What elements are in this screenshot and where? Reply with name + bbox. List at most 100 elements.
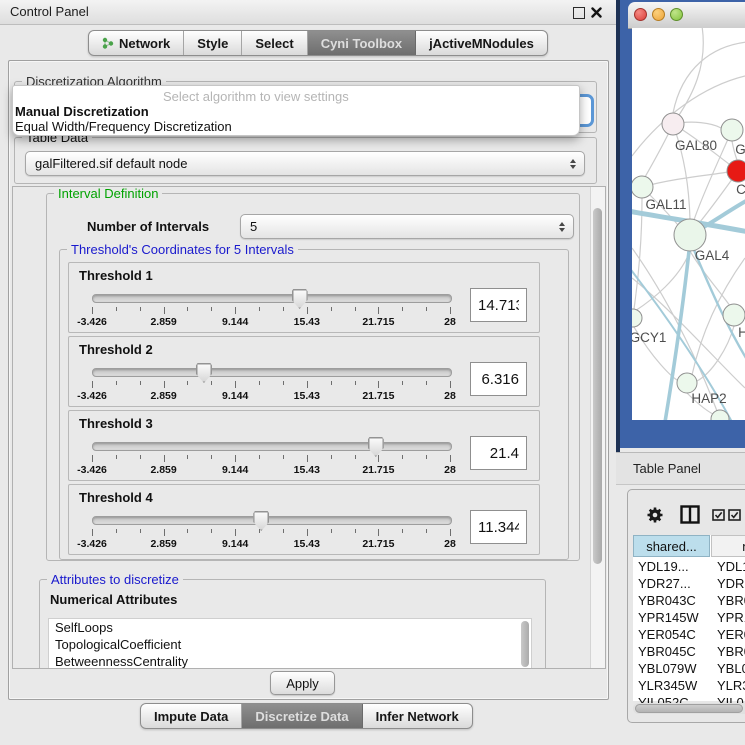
network-node[interactable] (674, 219, 706, 251)
slider-thumb[interactable] (292, 289, 308, 309)
cell-shared-name: YDL19... (633, 558, 710, 575)
numerical-attributes-list[interactable]: SelfLoopsTopologicalCoefficientBetweenne… (48, 618, 532, 669)
threshold-1-slider[interactable] (92, 294, 452, 303)
attribute-list-item[interactable]: SelfLoops (49, 619, 531, 636)
tick-label: 15.43 (294, 390, 320, 402)
algorithm-option-manual[interactable]: Manual Discretization (15, 104, 149, 119)
slider-thumb[interactable] (368, 437, 384, 457)
settings-scrollbar[interactable] (590, 187, 605, 668)
tab-discretize-data[interactable]: Discretize Data (242, 704, 362, 728)
split-columns-icon[interactable] (680, 505, 700, 524)
tab-impute-data-label: Impute Data (154, 709, 228, 724)
tab-cyni-toolbox[interactable]: Cyni Toolbox (308, 31, 416, 55)
tab-style[interactable]: Style (184, 31, 242, 55)
network-node[interactable] (727, 160, 745, 182)
network-window-titlebar[interactable] (628, 2, 745, 29)
close-traffic-light-icon[interactable] (634, 8, 647, 21)
threshold-4-value-input[interactable] (470, 510, 527, 544)
table-row[interactable]: YLR345WYLR3 (633, 677, 745, 694)
table-row[interactable]: YPR145WYPR1 (633, 609, 745, 626)
table-panel-bar[interactable]: Table Panel (616, 452, 745, 485)
checkbox-checked-icon-2[interactable] (728, 509, 741, 521)
table-settings-gear-icon[interactable] (646, 506, 664, 524)
checkbox-checked-icon[interactable] (712, 509, 725, 521)
tick-label: -3.426 (77, 316, 107, 328)
network-node-label: GAL80 (675, 138, 717, 153)
number-of-intervals-combobox[interactable]: 5 (240, 214, 574, 239)
tab-impute-data[interactable]: Impute Data (141, 704, 242, 728)
threshold-4-slider[interactable] (92, 516, 452, 525)
network-node-label: GCY1 (632, 330, 666, 345)
table-horizontal-scrollbar[interactable] (633, 703, 745, 714)
tab-infer-network[interactable]: Infer Network (363, 704, 472, 728)
table-row[interactable]: YBR043CYBR0 (633, 592, 745, 609)
attribute-list-item[interactable]: TopologicalCoefficient (49, 636, 531, 653)
table-panel-title: Table Panel (633, 461, 701, 476)
interval-definition-group-label: Interval Definition (54, 186, 162, 201)
network-canvas[interactable]: GAL80GACGAL11GAL4GCY1HHAP2 (632, 28, 745, 420)
table-data-combobox[interactable]: galFiltered.sif default node (25, 151, 585, 176)
cell-shared-name: YBL079W (633, 660, 710, 677)
tick-label: 21.715 (362, 538, 394, 550)
float-window-icon[interactable] (573, 7, 585, 19)
zoom-traffic-light-icon[interactable] (670, 8, 683, 21)
tab-select[interactable]: Select (242, 31, 307, 55)
cell-name: YPR1 (710, 609, 745, 626)
algorithm-option-equal-width[interactable]: Equal Width/Frequency Discretization (15, 119, 232, 134)
table-horizontal-scrollbar-thumb[interactable] (635, 704, 743, 713)
threshold-1-value-input[interactable] (470, 288, 527, 322)
network-icon (102, 37, 114, 50)
cell-name: YLR3 (710, 677, 745, 694)
table-row[interactable]: YER054CYER0 (633, 626, 745, 643)
tick-label: 28 (444, 390, 456, 402)
tick-label: 15.43 (294, 464, 320, 476)
tab-network[interactable]: Network (89, 31, 184, 55)
tab-style-label: Style (197, 36, 228, 51)
network-node[interactable] (677, 373, 697, 393)
tab-jactivemnodules[interactable]: jActiveMNodules (416, 31, 547, 55)
numerical-attributes-items: SelfLoopsTopologicalCoefficientBetweenne… (49, 619, 531, 669)
tab-discretize-data-label: Discretize Data (255, 709, 348, 724)
node-table-body: YDL19...YDL1YDR27...YDR2YBR043CYBR0YPR14… (633, 558, 745, 711)
cell-name: YDR2 (710, 575, 745, 592)
network-node[interactable] (662, 113, 684, 135)
table-row[interactable]: YDL19...YDL1 (633, 558, 745, 575)
slider-thumb[interactable] (253, 511, 269, 531)
threshold-3-panel: Threshold 3 -3.4262.8599.14415.4321.7152… (68, 410, 540, 481)
tick-label: -3.426 (77, 538, 107, 550)
column-header-name[interactable]: na (711, 535, 745, 557)
threshold-3-slider[interactable] (92, 442, 452, 451)
network-view-window: GAL80GACGAL11GAL4GCY1HHAP2 (620, 0, 745, 448)
numerical-attributes-label: Numerical Attributes (50, 592, 177, 607)
network-node[interactable] (723, 304, 745, 326)
table-row[interactable]: YBR045CYBR0 (633, 643, 745, 660)
minimize-traffic-light-icon[interactable] (652, 8, 665, 21)
combo-spinner-icon (570, 159, 576, 169)
threshold-1-label: Threshold 1 (79, 268, 153, 283)
slider-thumb[interactable] (196, 363, 212, 383)
tick-label: 2.859 (150, 316, 176, 328)
settings-scrollbar-thumb[interactable] (593, 208, 602, 564)
close-icon[interactable] (591, 7, 602, 18)
table-row[interactable]: YBL079WYBL0 (633, 660, 745, 677)
tick-label: 21.715 (362, 464, 394, 476)
threshold-2-value-input[interactable] (470, 362, 527, 396)
panel-title: Control Panel (10, 4, 89, 19)
table-row[interactable]: YDR27...YDR2 (633, 575, 745, 592)
network-node[interactable] (632, 309, 642, 327)
tick-label: 15.43 (294, 538, 320, 550)
attribute-list-item[interactable]: BetweennessCentrality (49, 653, 531, 669)
threshold-2-slider[interactable] (92, 368, 452, 377)
list-scrollbar-thumb[interactable] (521, 621, 529, 667)
apply-button[interactable]: Apply (270, 671, 335, 695)
network-node[interactable] (632, 176, 653, 198)
cell-shared-name: YPR145W (633, 609, 710, 626)
column-header-shared-name[interactable]: shared... (633, 535, 710, 557)
tick-label: 9.144 (222, 538, 248, 550)
cell-name: YBL0 (710, 660, 745, 677)
tick-label: 9.144 (222, 464, 248, 476)
tick-label: 2.859 (150, 464, 176, 476)
algorithm-placeholder-option[interactable]: Select algorithm to view settings (163, 89, 349, 104)
threshold-3-value-input[interactable] (470, 436, 527, 470)
network-node[interactable] (721, 119, 743, 141)
